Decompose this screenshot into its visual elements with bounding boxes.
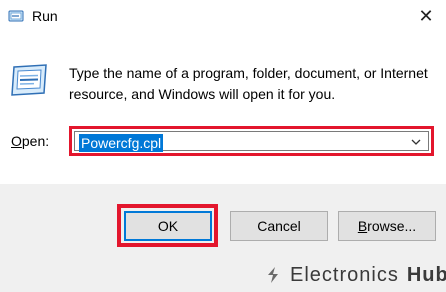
run-icon: [11, 64, 47, 96]
close-icon: ✕: [418, 5, 434, 26]
cancel-button-label: Cancel: [257, 218, 301, 234]
cancel-button[interactable]: Cancel: [230, 211, 328, 241]
ok-button-label: OK: [157, 218, 179, 234]
close-button[interactable]: ✕: [406, 0, 446, 32]
dialog-body: [0, 32, 446, 184]
open-input-value[interactable]: Powercfg.cpl: [79, 134, 164, 152]
browse-button-label: Browse...: [358, 218, 416, 234]
watermark-brand-a: Electronics: [290, 263, 399, 286]
browse-label-rest: rowse...: [367, 218, 417, 234]
open-label-rest: pen:: [21, 133, 50, 149]
brand-logo-icon: [268, 267, 278, 283]
watermark: Electronics Hub: [264, 263, 446, 287]
dialog-description: Type the name of a program, folder, docu…: [69, 65, 428, 102]
title-bar: Run ✕: [0, 0, 446, 32]
window-title: Run: [32, 8, 58, 24]
watermark-brand-b: Hub: [406, 263, 446, 286]
chevron-down-icon[interactable]: [410, 136, 422, 148]
run-icon: [8, 10, 24, 22]
open-combobox[interactable]: Powercfg.cpl: [69, 126, 434, 156]
open-label-accesskey: O: [11, 133, 22, 149]
open-label: Open:: [11, 133, 49, 149]
ok-button[interactable]: OK: [124, 211, 212, 241]
browse-accesskey: B: [357, 218, 368, 234]
browse-button[interactable]: Browse...: [338, 211, 436, 241]
open-input-frame: Powercfg.cpl: [74, 131, 429, 152]
